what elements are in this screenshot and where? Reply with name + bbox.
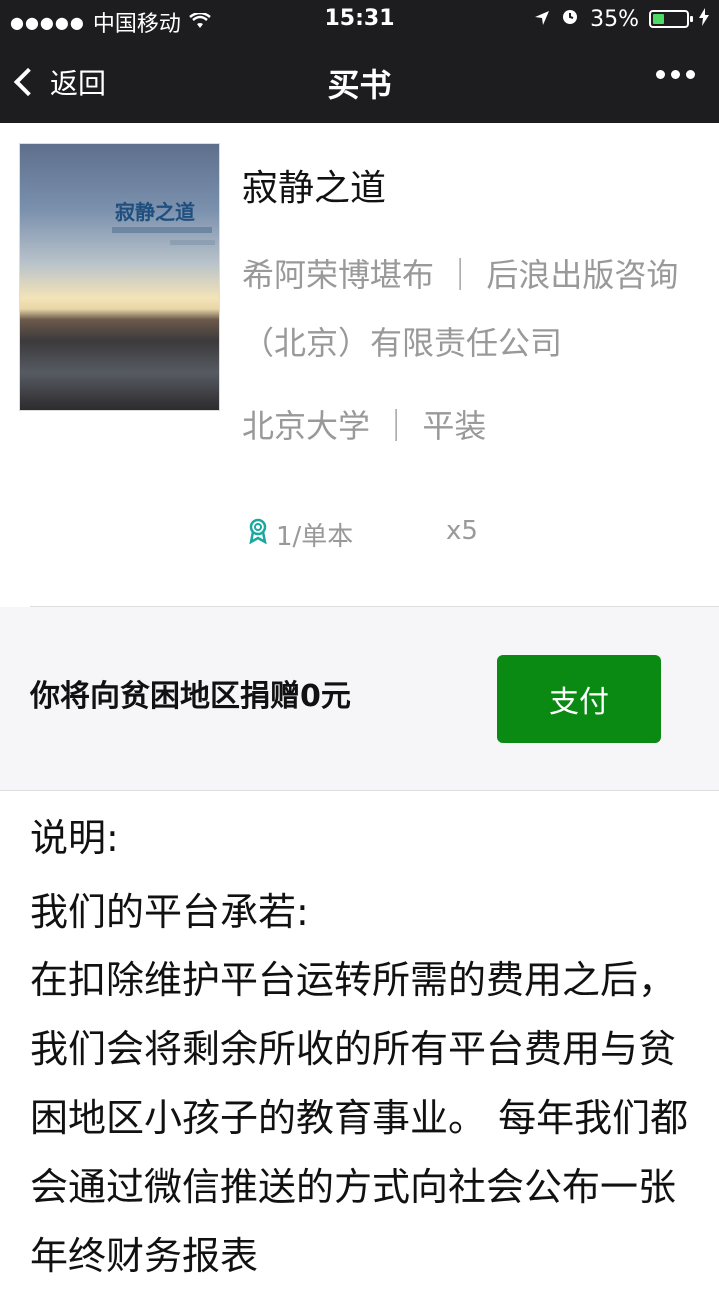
award-badge-icon xyxy=(246,518,270,551)
cover-title: 寂静之道 xyxy=(115,200,195,224)
status-bar: ●●●●● 中国移动 15:31 35% xyxy=(0,0,719,40)
charging-icon xyxy=(699,7,709,32)
donation-text: 你将向贫困地区捐赠0元 xyxy=(30,679,351,714)
divider xyxy=(0,790,719,791)
more-dot-icon xyxy=(656,70,665,79)
more-dot-icon xyxy=(671,70,680,79)
page-title: 买书 xyxy=(327,66,392,104)
promise-heading: 我们的平台承若: xyxy=(30,890,309,934)
navigation-bar: 返回 买书 xyxy=(0,40,719,123)
more-options-button[interactable] xyxy=(656,70,695,79)
pay-button[interactable]: 支付 xyxy=(497,655,661,743)
alarm-icon xyxy=(560,6,580,32)
donation-section: 你将向贫困地区捐赠0元 支付 xyxy=(0,607,719,790)
description-body: 在扣除维护平台运转所需的费用之后，我们会将剩余所收的所有平台费用与贫困地区小孩子… xyxy=(30,958,689,1278)
stock-label: 1/单本 xyxy=(276,522,354,552)
book-author-publisher: 希阿荣博堪布 ｜ 后浪出版咨询（北京）有限责任公司 xyxy=(242,256,679,362)
battery-percent: 35% xyxy=(590,6,639,32)
top-bar: ●●●●● 中国移动 15:31 35% 返回 买书 xyxy=(0,0,719,123)
location-icon xyxy=(534,7,550,32)
description-heading: 说明: xyxy=(30,816,119,860)
more-dot-icon xyxy=(686,70,695,79)
book-cover-image: 寂静之道 xyxy=(19,143,220,411)
book-card: 寂静之道 寂静之道 希阿荣博堪布 ｜ 后浪出版咨询（北京）有限责任公司 北京大学… xyxy=(0,123,719,606)
quantity-label: x5 xyxy=(446,516,478,546)
book-press-binding: 北京大学 ｜ 平装 xyxy=(242,407,487,445)
stock-info: 1/单本 xyxy=(246,516,353,553)
battery-icon xyxy=(649,10,693,28)
description-section: 说明: 我们的平台承若: 在扣除维护平台运转所需的费用之后，我们会将剩余所收的所… xyxy=(30,808,690,1291)
book-title: 寂静之道 xyxy=(242,168,387,209)
